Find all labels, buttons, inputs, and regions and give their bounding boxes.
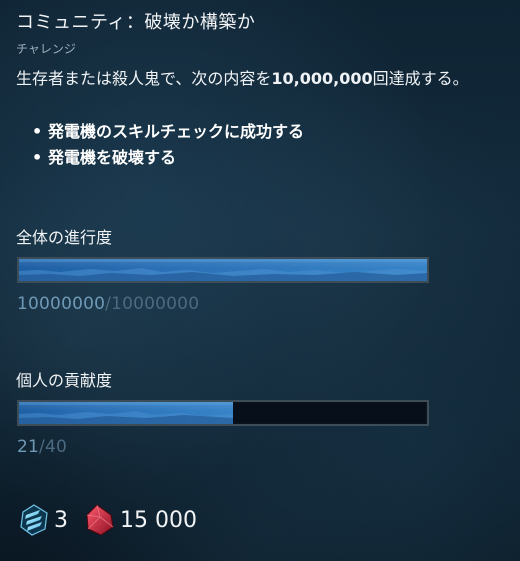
global-progress-label: 全体の進行度 <box>16 228 113 247</box>
rift-fragment-icon <box>18 503 50 537</box>
global-progress-bar <box>17 257 429 283</box>
personal-progress-current: 21 <box>17 437 40 457</box>
task-item: 発電機のスキルチェックに成功する <box>30 119 304 145</box>
challenge-title: コミュニティ：破壊か構築か <box>16 12 256 33</box>
rewards-row: 3 15 000 <box>18 500 213 540</box>
bar-texture <box>19 402 234 424</box>
personal-progress-value: 21/40 <box>17 437 67 457</box>
personal-progress-label: 個人の貢献度 <box>16 371 113 390</box>
bar-texture <box>19 259 427 281</box>
challenge-type-label: チャレンジ <box>16 42 76 56</box>
description-suffix: 回達成する。 <box>372 69 469 88</box>
global-progress-value: 10000000/10000000 <box>17 294 199 314</box>
global-progress-current: 10000000 <box>17 294 106 314</box>
task-item: 発電機を破壊する <box>30 145 304 171</box>
global-progress-max: 10000000 <box>111 294 200 314</box>
iridescent-shard-amount: 15 000 <box>120 507 197 533</box>
iridescent-shard-icon <box>84 503 116 537</box>
rift-fragment-amount: 3 <box>54 507 68 533</box>
personal-progress-max: 40 <box>44 437 68 457</box>
global-progress-fill <box>19 259 427 281</box>
challenge-task-list: 発電機のスキルチェックに成功する 発電機を破壊する <box>30 119 304 171</box>
personal-progress-bar <box>17 400 429 426</box>
challenge-description: 生存者または殺人鬼で、次の内容を10,000,000回達成する。 <box>16 66 496 91</box>
description-prefix: 生存者または殺人鬼で、次の内容を <box>16 69 272 88</box>
personal-progress-fill <box>19 402 234 424</box>
description-number: 10,000,000 <box>271 69 373 88</box>
